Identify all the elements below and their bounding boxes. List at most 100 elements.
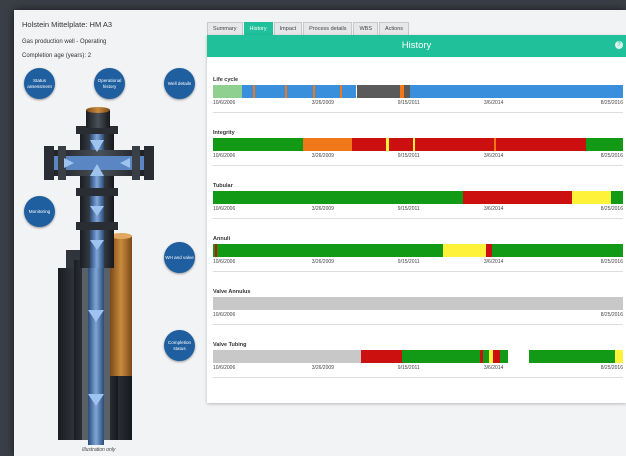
- panel-header: History ?: [207, 35, 626, 57]
- timeline-segment: [528, 350, 615, 363]
- timeline-bar[interactable]: [213, 297, 623, 310]
- panel-title: History: [401, 40, 432, 51]
- timeline-segment: [340, 85, 343, 98]
- timeline-segment: [213, 85, 242, 98]
- tick-label: 10/6/2006: [213, 259, 236, 265]
- timeline-segment: [610, 191, 623, 204]
- row-separator: [213, 377, 623, 378]
- timeline-bar[interactable]: [213, 191, 623, 204]
- row-label: Life cycle: [213, 77, 239, 83]
- timeline-segment: [313, 85, 316, 98]
- tick-label: 10/6/2006: [213, 365, 236, 371]
- timeline-segment: [412, 138, 416, 151]
- history-row-valve-annulus: Valve Annulus 10/6/2006 8/25/2016: [213, 289, 623, 325]
- row-separator: [213, 218, 623, 219]
- tick-label: 8/25/2016: [600, 365, 623, 371]
- timeline-segment: [303, 138, 353, 151]
- tick-label: 3/6/2014: [483, 206, 504, 212]
- tick-label: 9/15/2011: [397, 365, 420, 371]
- tick-label: 9/15/2011: [397, 259, 420, 265]
- timeline-segment: [213, 244, 443, 257]
- axis-ticks: 10/6/2006 3/26/2009 9/15/2011 3/6/2014 8/25/…: [213, 153, 623, 161]
- wh-valve-button[interactable]: WH and valve: [164, 242, 195, 273]
- timeline-segment: [488, 350, 493, 363]
- timeline-segment: [479, 350, 483, 363]
- tick-label: 8/25/2016: [600, 153, 623, 159]
- history-row-tubular: Tubular 10/6/2006 3/26/2009 9/15/2011 3/6/20…: [213, 183, 623, 219]
- timeline-segment: [360, 350, 402, 363]
- tab-wbs[interactable]: WBS: [353, 22, 378, 35]
- app-window: Holstein Mittelplate: HM A3 Gas producti…: [14, 10, 626, 456]
- history-row-annuli: Annuli 10/6/2006 3/26/2009 9/15/2011 3/6/201…: [213, 236, 623, 272]
- timeline-segment: [463, 191, 572, 204]
- timeline-segment: [213, 138, 304, 151]
- timeline-bar[interactable]: [213, 85, 623, 98]
- row-separator: [213, 112, 623, 113]
- axis-ticks: 10/6/2006 8/25/2016: [213, 312, 623, 320]
- row-label: Integrity: [213, 130, 235, 136]
- tab-summary[interactable]: Summary: [207, 22, 243, 35]
- timeline-segment: [399, 85, 402, 98]
- tick-label: 9/15/2011: [397, 153, 420, 159]
- tick-label: 3/26/2009: [311, 100, 334, 106]
- row-separator: [213, 165, 623, 166]
- monitoring-button[interactable]: Monitoring: [24, 196, 55, 227]
- timeline-segment: [493, 350, 500, 363]
- timeline-segment: [409, 85, 623, 98]
- row-separator: [213, 324, 623, 325]
- tick-label: 3/6/2014: [483, 100, 504, 106]
- timeline-segment: [486, 244, 492, 257]
- timeline-segment: [485, 244, 623, 257]
- timeline-segment: [586, 138, 623, 151]
- row-separator: [213, 271, 623, 272]
- timeline-segment: [402, 85, 405, 98]
- tick-label: 3/26/2009: [311, 206, 334, 212]
- history-panel: History ? Life cycle 10/6/2006 3/26/2009 9/…: [207, 35, 626, 403]
- tab-process-details[interactable]: Process details: [303, 22, 353, 35]
- tick-label: 10/6/2006: [213, 312, 236, 318]
- tick-label: 3/6/2014: [483, 259, 504, 265]
- tick-label: 3/26/2009: [311, 365, 334, 371]
- row-label: Valve Tubing: [213, 342, 247, 348]
- timeline-bar[interactable]: [213, 350, 623, 363]
- timeline-segment: [215, 244, 218, 257]
- history-row-integrity: Integrity 10/6/2006 3/26/2009 9/15/2011 3/6/…: [213, 130, 623, 166]
- axis-ticks: 10/6/2006 3/26/2009 9/15/2011 3/6/2014 8/25/…: [213, 365, 623, 373]
- status-assessment-button[interactable]: Status assessment: [24, 68, 55, 99]
- timeline-segment: [284, 85, 287, 98]
- axis-ticks: 10/6/2006 3/26/2009 9/15/2011 3/6/2014 8/25/…: [213, 100, 623, 108]
- tick-label: 3/26/2009: [311, 259, 334, 265]
- well-details-button[interactable]: Well details: [164, 68, 195, 99]
- history-row-valve-tubing: Valve Tubing 10/6/2006 3/26/2009 9/15/2011 3…: [213, 342, 623, 378]
- tick-label: 9/15/2011: [397, 206, 420, 212]
- tick-label: 10/6/2006: [213, 100, 236, 106]
- tick-label: 3/6/2014: [483, 153, 504, 159]
- timeline-bar[interactable]: [213, 244, 623, 257]
- tick-label: 3/6/2014: [483, 365, 504, 371]
- tick-label: 8/25/2016: [600, 312, 623, 318]
- timeline-segment: [571, 191, 611, 204]
- row-label: Annuli: [213, 236, 231, 242]
- tick-label: 3/26/2009: [311, 153, 334, 159]
- operational-history-button[interactable]: Operational history: [94, 68, 125, 99]
- tick-label: 9/15/2011: [397, 100, 420, 106]
- tab-bar: Summary History Impact Process details W…: [207, 22, 410, 35]
- history-row-life-cycle: Life cycle 10/6/2006 3/26/2009 9/15/2011 3/6…: [213, 77, 623, 113]
- timeline-bar[interactable]: [213, 138, 623, 151]
- timeline-segment: [213, 350, 361, 363]
- completion-status-button[interactable]: Completion status: [164, 330, 195, 361]
- timeline-segment: [253, 85, 256, 98]
- row-label: Tubular: [213, 183, 233, 189]
- timeline-segment: [386, 138, 390, 151]
- tab-impact[interactable]: Impact: [273, 22, 303, 35]
- timeline-segment: [614, 350, 623, 363]
- tick-label: 10/6/2006: [213, 153, 236, 159]
- tab-actions[interactable]: Actions: [379, 22, 410, 35]
- tick-label: 8/25/2016: [600, 259, 623, 265]
- timeline-segment: [213, 297, 623, 310]
- row-label: Valve Annulus: [213, 289, 251, 295]
- tick-label: 8/25/2016: [600, 100, 623, 106]
- tab-history[interactable]: History: [243, 22, 273, 35]
- timeline-segment: [493, 138, 496, 151]
- info-icon[interactable]: ?: [615, 41, 623, 49]
